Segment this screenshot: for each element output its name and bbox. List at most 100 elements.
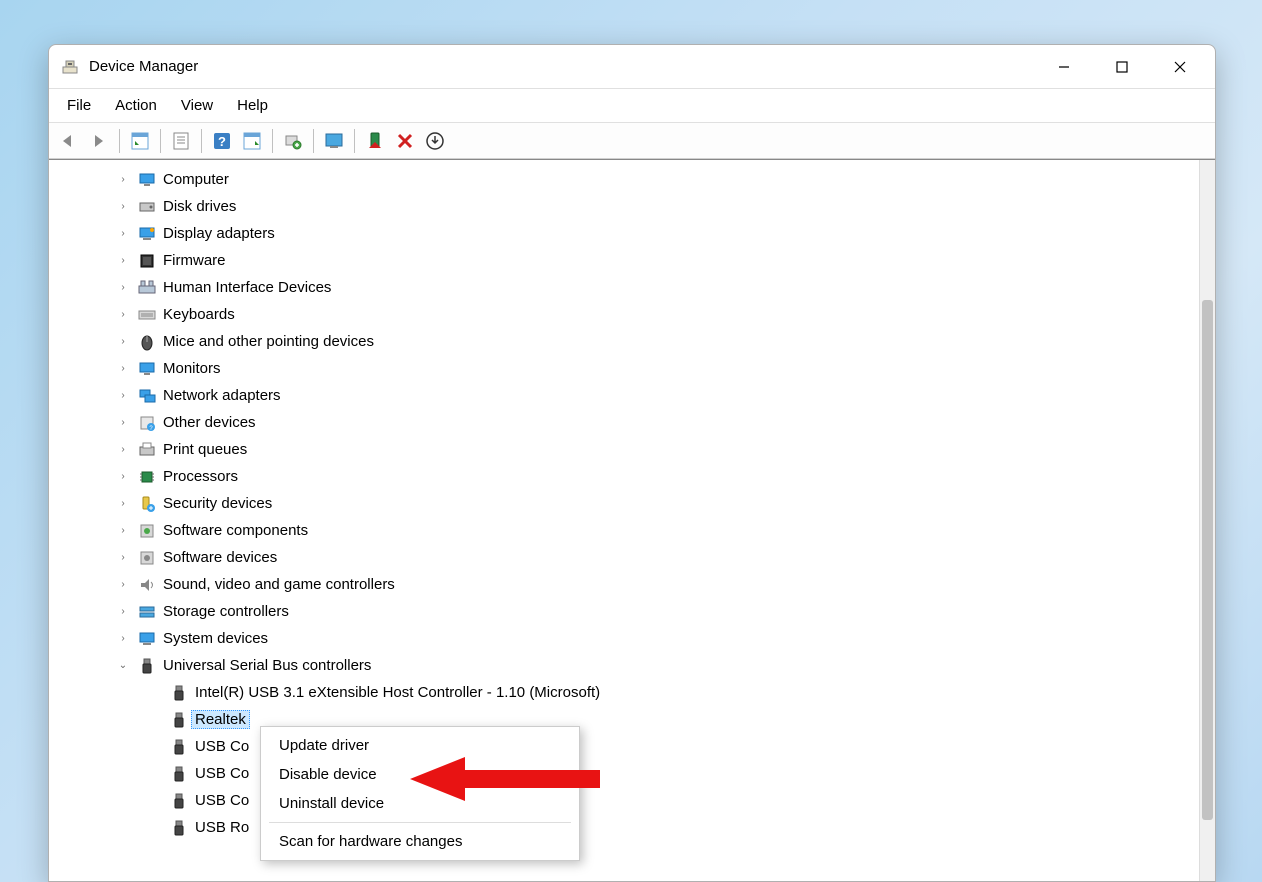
chevron-right-icon[interactable]: › xyxy=(115,523,131,539)
chevron-right-icon[interactable]: › xyxy=(115,496,131,512)
chevron-right-icon[interactable]: › xyxy=(115,307,131,323)
context-menu-item[interactable]: Scan for hardware changes xyxy=(261,827,579,856)
scroll-thumb[interactable] xyxy=(1202,300,1213,820)
disable-device-button[interactable] xyxy=(391,127,419,155)
tree-item[interactable]: › Storage controllers xyxy=(49,598,1215,625)
tree-item[interactable]: USB Co xyxy=(49,787,1215,814)
tree-item-label: Realtek xyxy=(191,710,250,729)
toolbar: ? xyxy=(49,123,1215,159)
tree-item[interactable]: › Network adapters xyxy=(49,382,1215,409)
minimize-button[interactable] xyxy=(1035,47,1093,87)
chevron-right-icon[interactable]: › xyxy=(115,361,131,377)
context-menu-item[interactable]: Uninstall device xyxy=(261,789,579,818)
back-button[interactable] xyxy=(55,127,83,155)
chevron-right-icon[interactable]: › xyxy=(115,442,131,458)
action-menu-button[interactable] xyxy=(238,127,266,155)
processor-icon xyxy=(137,467,157,487)
tree-item[interactable]: ›Display adapters xyxy=(49,220,1215,247)
tree-item-label: Human Interface Devices xyxy=(163,279,331,296)
enable-device-button[interactable] xyxy=(361,127,389,155)
print-queue-icon xyxy=(137,440,157,460)
tree-item[interactable]: ⌄Universal Serial Bus controllers xyxy=(49,652,1215,679)
chevron-right-icon[interactable]: › xyxy=(115,226,131,242)
properties-button[interactable] xyxy=(167,127,195,155)
help-button[interactable]: ? xyxy=(208,127,236,155)
tree-item[interactable]: › Human Interface Devices xyxy=(49,274,1215,301)
other-device-icon: ? xyxy=(137,413,157,433)
tree-item-label: Processors xyxy=(163,468,238,485)
chevron-right-icon[interactable]: › xyxy=(115,550,131,566)
chevron-right-icon[interactable]: › xyxy=(115,415,131,431)
tree-item-label: Mice and other pointing devices xyxy=(163,333,374,350)
vertical-scrollbar[interactable] xyxy=(1199,160,1215,881)
chevron-right-icon[interactable]: › xyxy=(115,172,131,188)
usb-icon xyxy=(169,818,189,838)
disk-icon xyxy=(137,197,157,217)
usb-icon xyxy=(169,764,189,784)
tree-item[interactable]: › Mice and other pointing devices xyxy=(49,328,1215,355)
scan-hardware-button[interactable] xyxy=(279,127,307,155)
tree-item-label: Keyboards xyxy=(163,306,235,323)
context-menu-item[interactable]: Disable device xyxy=(261,760,579,789)
tree-item-label: Storage controllers xyxy=(163,603,289,620)
chevron-right-icon[interactable]: › xyxy=(115,199,131,215)
chevron-right-icon[interactable]: › xyxy=(115,253,131,269)
tree-item[interactable]: › Firmware xyxy=(49,247,1215,274)
toolbar-separator xyxy=(160,129,161,153)
tree-item[interactable]: ›Software components xyxy=(49,517,1215,544)
menu-view[interactable]: View xyxy=(171,93,223,118)
tree-item[interactable]: ›System devices xyxy=(49,625,1215,652)
tree-item-label: USB Co xyxy=(195,765,249,782)
chevron-right-icon[interactable]: › xyxy=(115,577,131,593)
monitor-icon xyxy=(137,359,157,379)
tree-item[interactable]: ›Print queues xyxy=(49,436,1215,463)
forward-button[interactable] xyxy=(85,127,113,155)
tree-item[interactable]: › Processors xyxy=(49,463,1215,490)
tree-item-label: Firmware xyxy=(163,252,226,269)
uninstall-device-button[interactable] xyxy=(421,127,449,155)
tree-item[interactable]: › Keyboards xyxy=(49,301,1215,328)
chevron-right-icon[interactable]: › xyxy=(115,388,131,404)
tree-item[interactable]: Intel(R) USB 3.1 eXtensible Host Control… xyxy=(49,679,1215,706)
sound-icon xyxy=(137,575,157,595)
spacer xyxy=(147,739,163,755)
close-button[interactable] xyxy=(1151,47,1209,87)
usb-icon xyxy=(169,737,189,757)
menu-file[interactable]: File xyxy=(57,93,101,118)
chevron-right-icon[interactable]: › xyxy=(115,334,131,350)
chevron-right-icon[interactable]: › xyxy=(115,604,131,620)
chevron-down-icon[interactable]: ⌄ xyxy=(115,658,131,674)
menu-action[interactable]: Action xyxy=(105,93,167,118)
device-manager-app-icon xyxy=(61,58,79,76)
usb-icon xyxy=(169,683,189,703)
tree-item[interactable]: › Disk drives xyxy=(49,193,1215,220)
menubar: File Action View Help xyxy=(49,89,1215,123)
chevron-right-icon[interactable]: › xyxy=(115,469,131,485)
chevron-right-icon[interactable]: › xyxy=(115,631,131,647)
tree-item-label: Computer xyxy=(163,171,229,188)
tree-item[interactable]: ›Software devices xyxy=(49,544,1215,571)
spacer xyxy=(147,820,163,836)
tree-item[interactable]: USB Co xyxy=(49,733,1215,760)
tree-item[interactable]: ›Security devices xyxy=(49,490,1215,517)
tree-item[interactable]: ›Sound, video and game controllers xyxy=(49,571,1215,598)
menu-help[interactable]: Help xyxy=(227,93,278,118)
maximize-button[interactable] xyxy=(1093,47,1151,87)
spacer xyxy=(147,685,163,701)
tree-item[interactable]: ›?Other devices xyxy=(49,409,1215,436)
update-driver-button[interactable] xyxy=(320,127,348,155)
tree-item[interactable]: USB Ro xyxy=(49,814,1215,841)
tree-item[interactable]: Realtek xyxy=(49,706,1215,733)
chevron-right-icon[interactable]: › xyxy=(115,280,131,296)
svg-text:?: ? xyxy=(218,134,226,149)
context-menu-item[interactable]: Update driver xyxy=(261,731,579,760)
tree-item-label: Monitors xyxy=(163,360,221,377)
tree-item[interactable]: › Computer xyxy=(49,166,1215,193)
tree-item-label: Network adapters xyxy=(163,387,281,404)
show-hide-console-tree-button[interactable] xyxy=(126,127,154,155)
tree-item-label: Disk drives xyxy=(163,198,236,215)
device-tree[interactable]: ›Computer›Disk drives›Display adapters›F… xyxy=(49,160,1215,881)
spacer xyxy=(147,712,163,728)
tree-item[interactable]: USB Co xyxy=(49,760,1215,787)
tree-item[interactable]: › Monitors xyxy=(49,355,1215,382)
